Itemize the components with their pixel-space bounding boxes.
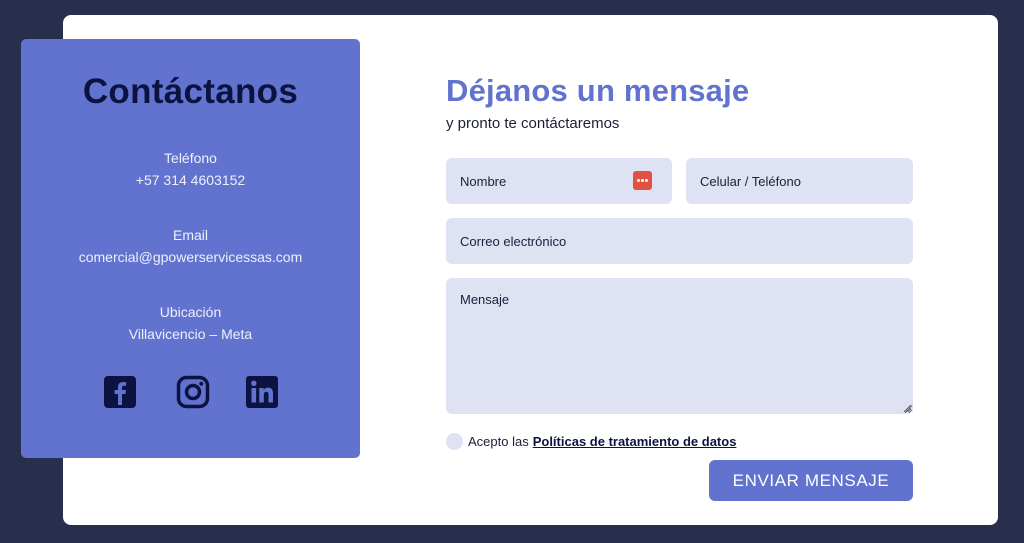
- consent-row: Acepto las Políticas de tratamiento de d…: [446, 431, 736, 451]
- phone-info: Teléfono +57 314 4603152: [21, 147, 360, 191]
- email-label: Email: [172, 227, 208, 243]
- email-info: Email comercial@gpowerservicessas.com: [21, 224, 360, 268]
- password-manager-icon[interactable]: [633, 171, 652, 190]
- facebook-icon[interactable]: [103, 375, 137, 409]
- instagram-icon[interactable]: [176, 375, 210, 409]
- consent-checkbox[interactable]: [446, 432, 463, 450]
- consent-text: Acepto las: [468, 433, 529, 449]
- contact-title: Contáctanos: [82, 72, 299, 111]
- social-links: [21, 375, 360, 411]
- message-field[interactable]: [446, 278, 913, 414]
- linkedin-icon[interactable]: [245, 375, 279, 409]
- resize-grip-icon[interactable]: [903, 404, 911, 412]
- phone-field[interactable]: [686, 158, 913, 204]
- contact-info-panel: Contáctanos Teléfono +57 314 4603152 Ema…: [21, 39, 360, 458]
- phone-value: +57 314 4603152: [135, 172, 246, 188]
- phone-label: Teléfono: [164, 150, 217, 166]
- email-value: comercial@gpowerservicessas.com: [78, 249, 303, 265]
- email-field[interactable]: [446, 218, 913, 264]
- location-info: Ubicación Villavicencio – Meta: [21, 301, 360, 345]
- form-title: Déjanos un mensaje: [446, 73, 750, 108]
- submit-button[interactable]: ENVIAR MENSAJE: [709, 460, 913, 501]
- form-subtitle: y pronto te contáctaremos: [446, 115, 620, 132]
- location-value: Villavicencio – Meta: [128, 326, 253, 342]
- location-label: Ubicación: [159, 304, 222, 320]
- privacy-policy-link[interactable]: Políticas de tratamiento de datos: [533, 434, 737, 449]
